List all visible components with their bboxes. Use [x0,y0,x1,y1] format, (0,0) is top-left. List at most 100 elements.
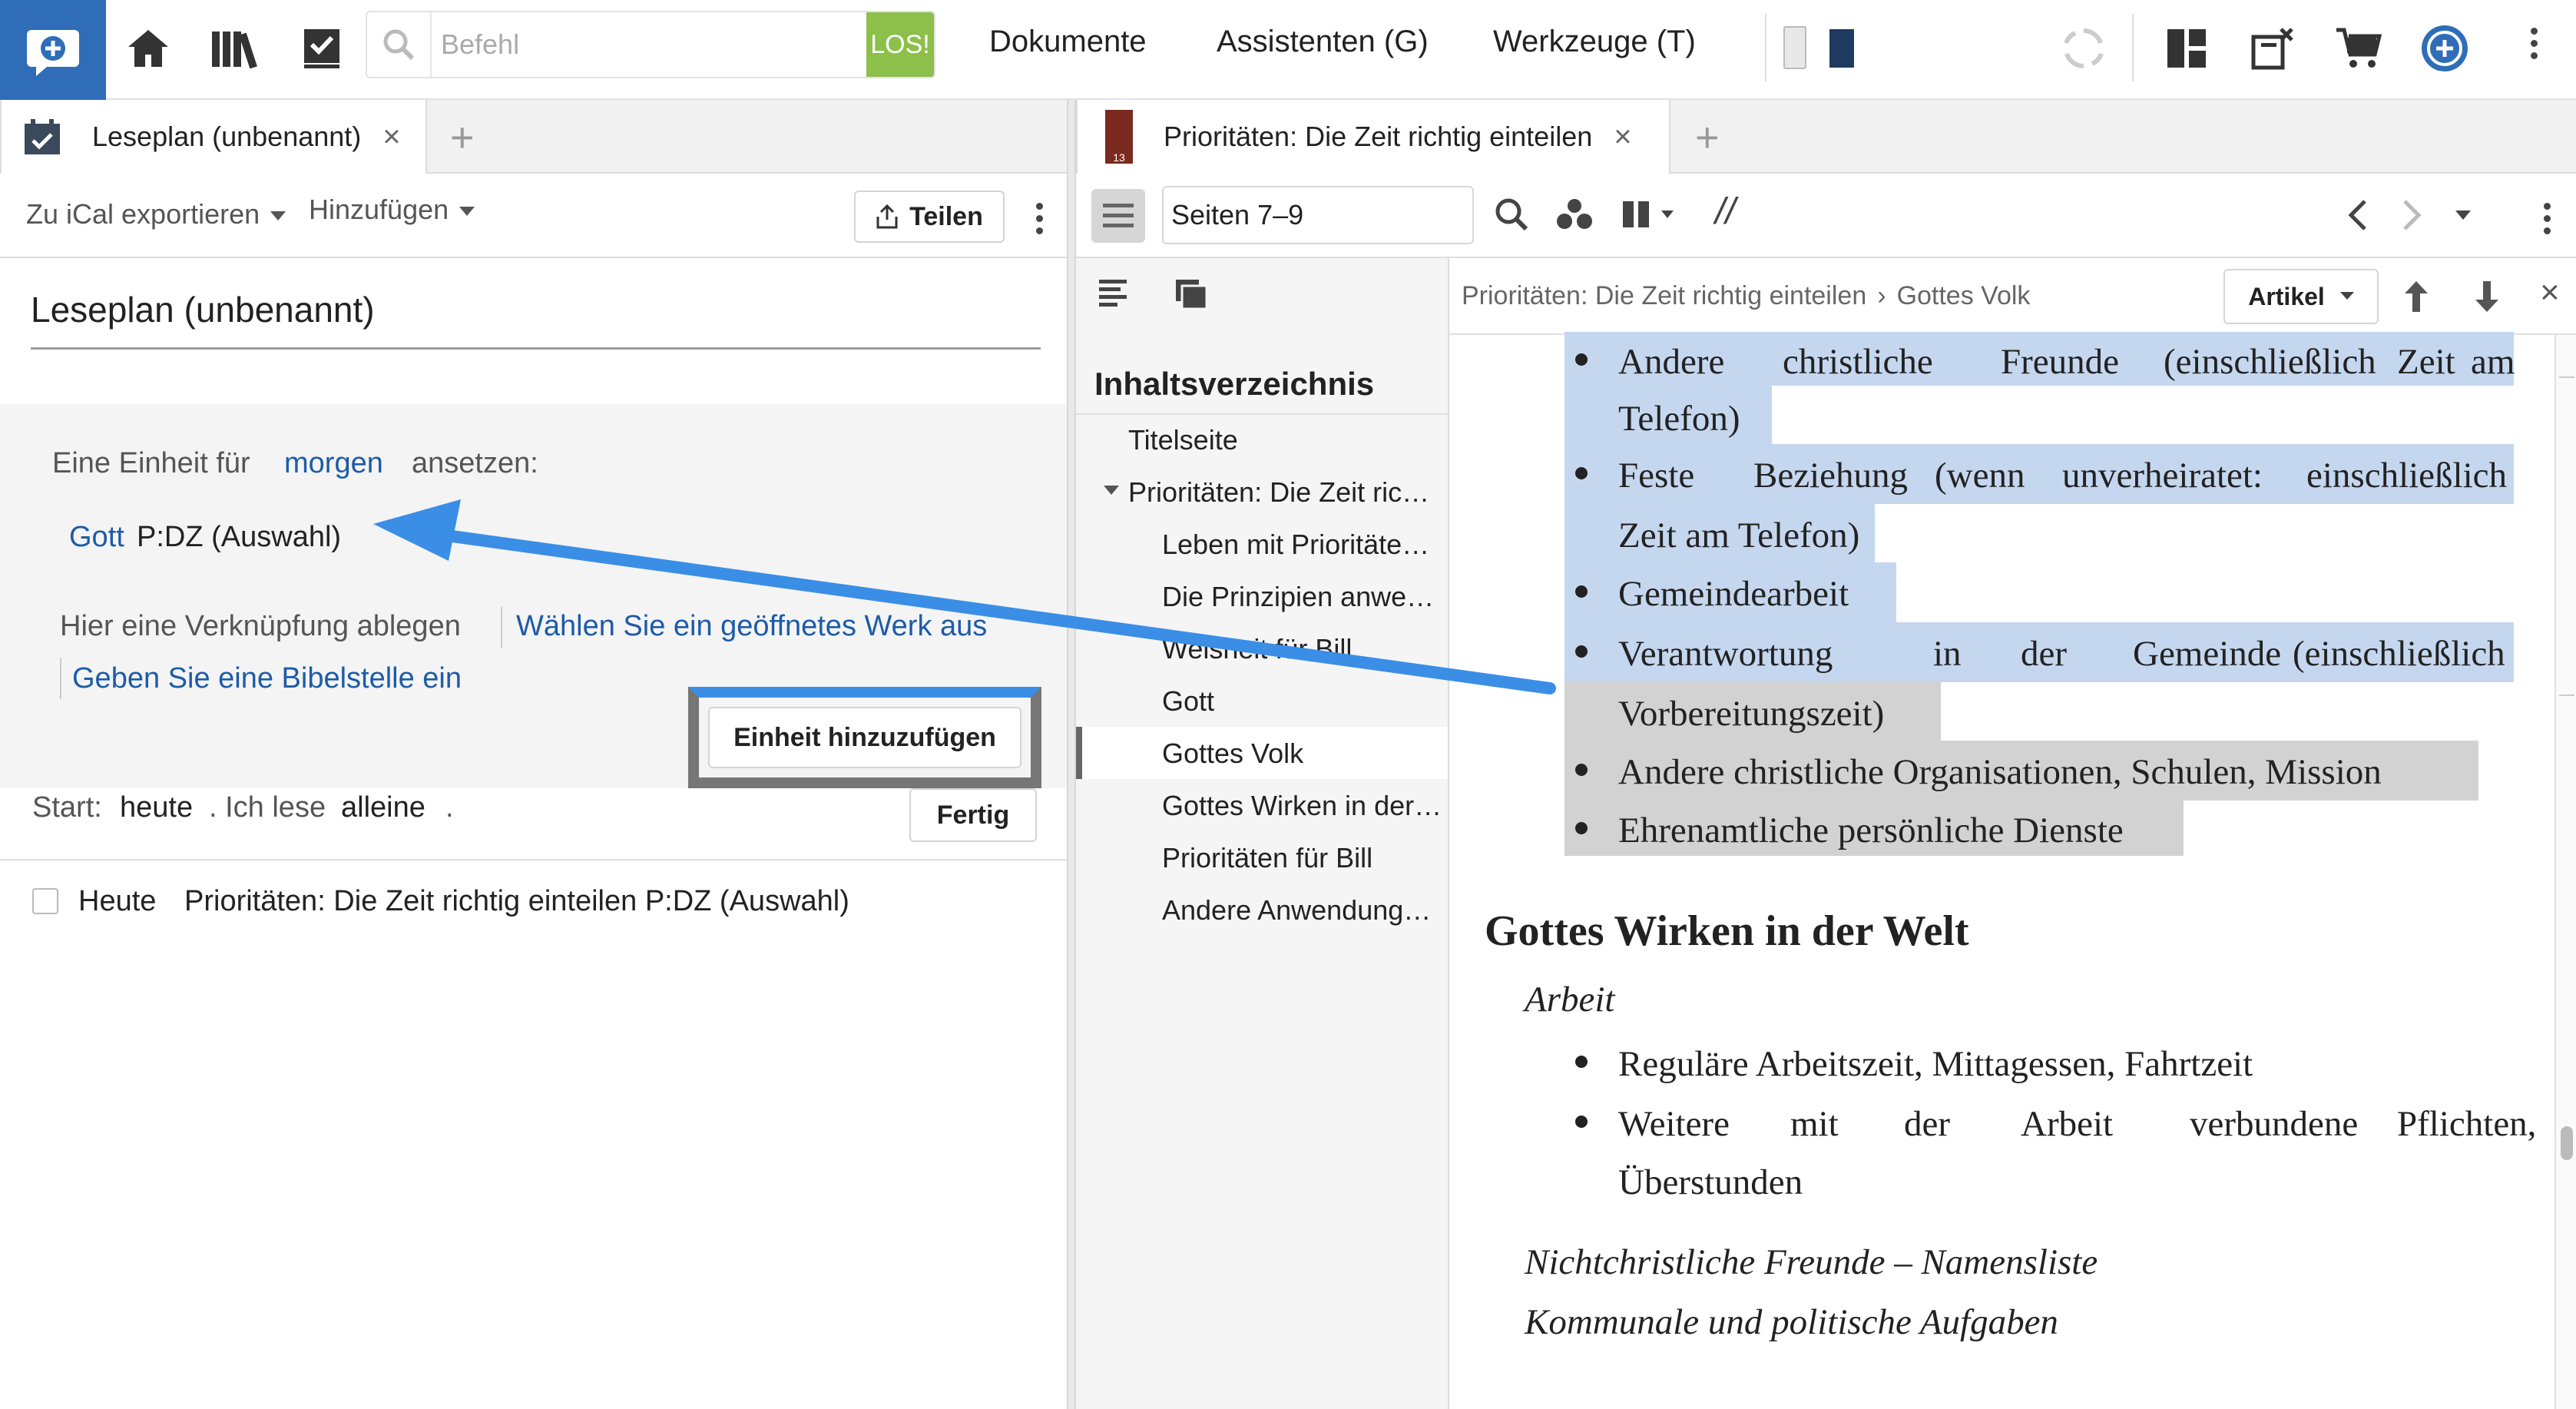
forward-icon[interactable] [2400,198,2423,236]
list-line: Reguläre Arbeitszeit, Mittagessen, Fahrt… [1618,1044,2253,1084]
bullet [1575,645,1588,658]
toolbar-separator [2132,14,2134,81]
panel-divider[interactable] [1067,100,1076,1409]
list-line: der [1904,1104,1951,1144]
toc-item-selected[interactable]: Gottes Volk [1162,738,1303,770]
book-toolbar: Seiten 7–9 // [1076,174,2576,258]
enter-reference-link[interactable]: Geben Sie eine Bibelstelle ein [72,662,462,695]
command-input[interactable] [441,23,840,66]
list-line: christliche [1783,342,1933,382]
toc-item[interactable]: Die Prinzipien anwe… [1162,581,1434,613]
book-cover-icon: 13 [1105,110,1133,164]
book-panel: Seiten 7–9 // Inhaltsverzeichnis Titelse… [1076,174,2576,1409]
page-reference-input[interactable]: Seiten 7–9 [1162,186,1474,244]
entry-checkbox[interactable] [32,888,58,914]
list-line: Überstunden [1618,1162,1803,1202]
list-line: Gemeindearbeit [1618,574,1849,614]
entry-title[interactable]: Prioritäten: Die Zeit richtig einteilen … [184,885,849,918]
slash-icon[interactable]: // [1715,191,1736,233]
menu-assistants[interactable]: Assistenten (G) [1217,25,1429,59]
list-line: mit [1790,1104,1839,1144]
choose-work-link[interactable]: Wählen Sie ein geöffnetes Werk aus [516,610,987,643]
list-line: Zeit am Telefon) [1618,516,1860,555]
list-line: unverheiratet: [2062,456,2263,496]
collapse-icon[interactable] [1104,486,1119,500]
right-tab-row: 13 Prioritäten: Die Zeit richtig einteil… [1076,100,2576,174]
book-shortcut-icon[interactable] [1829,29,1854,68]
checklist-icon[interactable] [296,23,347,74]
list-line: (einschließlich [2293,634,2505,674]
reading-label: . Ich lese [209,791,326,824]
toolbar-separator [1765,14,1766,81]
more-icon[interactable] [2535,203,2558,234]
schedule-suffix: ansetzen: [412,447,538,479]
scrollbar-thumb[interactable] [2561,1126,2573,1160]
hamburger-icon[interactable] [1091,189,1145,243]
list-line: der [2021,634,2068,674]
toc-list-icon[interactable] [1099,278,1130,313]
item-link[interactable]: Gott [69,521,124,554]
close-icon[interactable]: × [382,120,400,154]
toc-item[interactable]: Weisheit für Bill [1162,633,1352,665]
close-panels-icon[interactable] [2247,23,2298,74]
export-ical-dropdown[interactable]: Zu iCal exportieren [26,198,286,230]
close-icon[interactable]: × [1614,120,1631,154]
people-icon[interactable] [1555,197,1594,236]
add-tab-icon[interactable]: + [450,114,475,161]
toc-item[interactable]: Gottes Wirken in der… [1162,790,1442,822]
app-logo-icon[interactable] [0,0,106,100]
parallel-icon[interactable] [1621,198,1675,234]
add-circle-icon[interactable] [2419,23,2470,74]
sync-icon[interactable] [2058,23,2109,74]
done-button[interactable]: Fertig [909,788,1037,842]
separator [501,607,502,648]
drop-hint: Hier eine Verknüpfung ablegen [60,610,461,642]
plan-title[interactable]: Leseplan (unbenannt) [31,289,1041,350]
tab-book[interactable]: 13 Prioritäten: Die Zeit richtig einteil… [1076,100,1670,174]
list-line: (wenn [1935,456,2025,496]
more-icon[interactable] [2522,28,2545,59]
book-cover-number: 13 [1113,151,1125,164]
copy-icon[interactable] [1174,278,1208,314]
toc-item[interactable]: Titelseite [1128,424,1238,456]
schedule-day-link[interactable]: morgen [284,447,383,480]
add-tab-icon[interactable]: + [1695,114,1720,161]
toc-item[interactable]: Andere Anwendung… [1162,894,1431,927]
book-shortcut-icon[interactable] [1783,26,1806,69]
separator [60,658,61,699]
list-line: Andere [1618,342,1725,382]
home-icon[interactable] [123,23,174,74]
list-line: Arbeit [2021,1104,2114,1144]
menu-documents[interactable]: Dokumente [989,25,1147,59]
list-line: Andere christliche Organisationen, Schul… [1618,752,2382,792]
toc-item[interactable]: Gott [1162,685,1214,718]
toc-item[interactable]: Prioritäten für Bill [1162,842,1372,874]
list-line: Vorbereitungszeit) [1618,694,1885,734]
list-line: Freunde [2001,342,2120,382]
bullet [1575,1056,1588,1068]
toc-item[interactable]: Leben mit Prioritäte… [1162,529,1429,561]
more-icon[interactable] [1028,203,1051,234]
back-icon[interactable] [2346,198,2369,236]
item-rest: P:DZ (Auswahl) [137,521,342,553]
list-line: Weitere [1618,1104,1730,1144]
share-button[interactable]: Teilen [854,191,1005,243]
go-button[interactable]: LOS! [866,12,934,77]
add-dropdown[interactable]: Hinzufügen [309,194,475,226]
toc-item[interactable]: Prioritäten: Die Zeit ric… [1128,476,1429,509]
library-icon[interactable] [209,23,260,74]
scrollbar[interactable] [2554,335,2576,1409]
history-dropdown-icon[interactable] [2455,211,2471,225]
reading-value[interactable]: alleine [341,791,425,824]
list-line: Zeit [2397,342,2455,382]
tab-reading-plan[interactable]: Leseplan (unbenannt) × [0,100,427,174]
search-icon[interactable] [367,12,432,77]
menu-tools[interactable]: Werkzeuge (T) [1493,25,1696,59]
cart-icon[interactable] [2333,23,2384,74]
add-unit-button[interactable]: Einheit hinzuzufügen [708,707,1021,768]
layout-icon[interactable] [2161,23,2212,74]
search-icon[interactable] [1494,197,1529,236]
start-value[interactable]: heute [120,791,193,824]
table-of-contents: Inhaltsverzeichnis Titelseite Prioritäte… [1076,258,1449,1409]
list-line: Verantwortung [1618,634,1833,674]
